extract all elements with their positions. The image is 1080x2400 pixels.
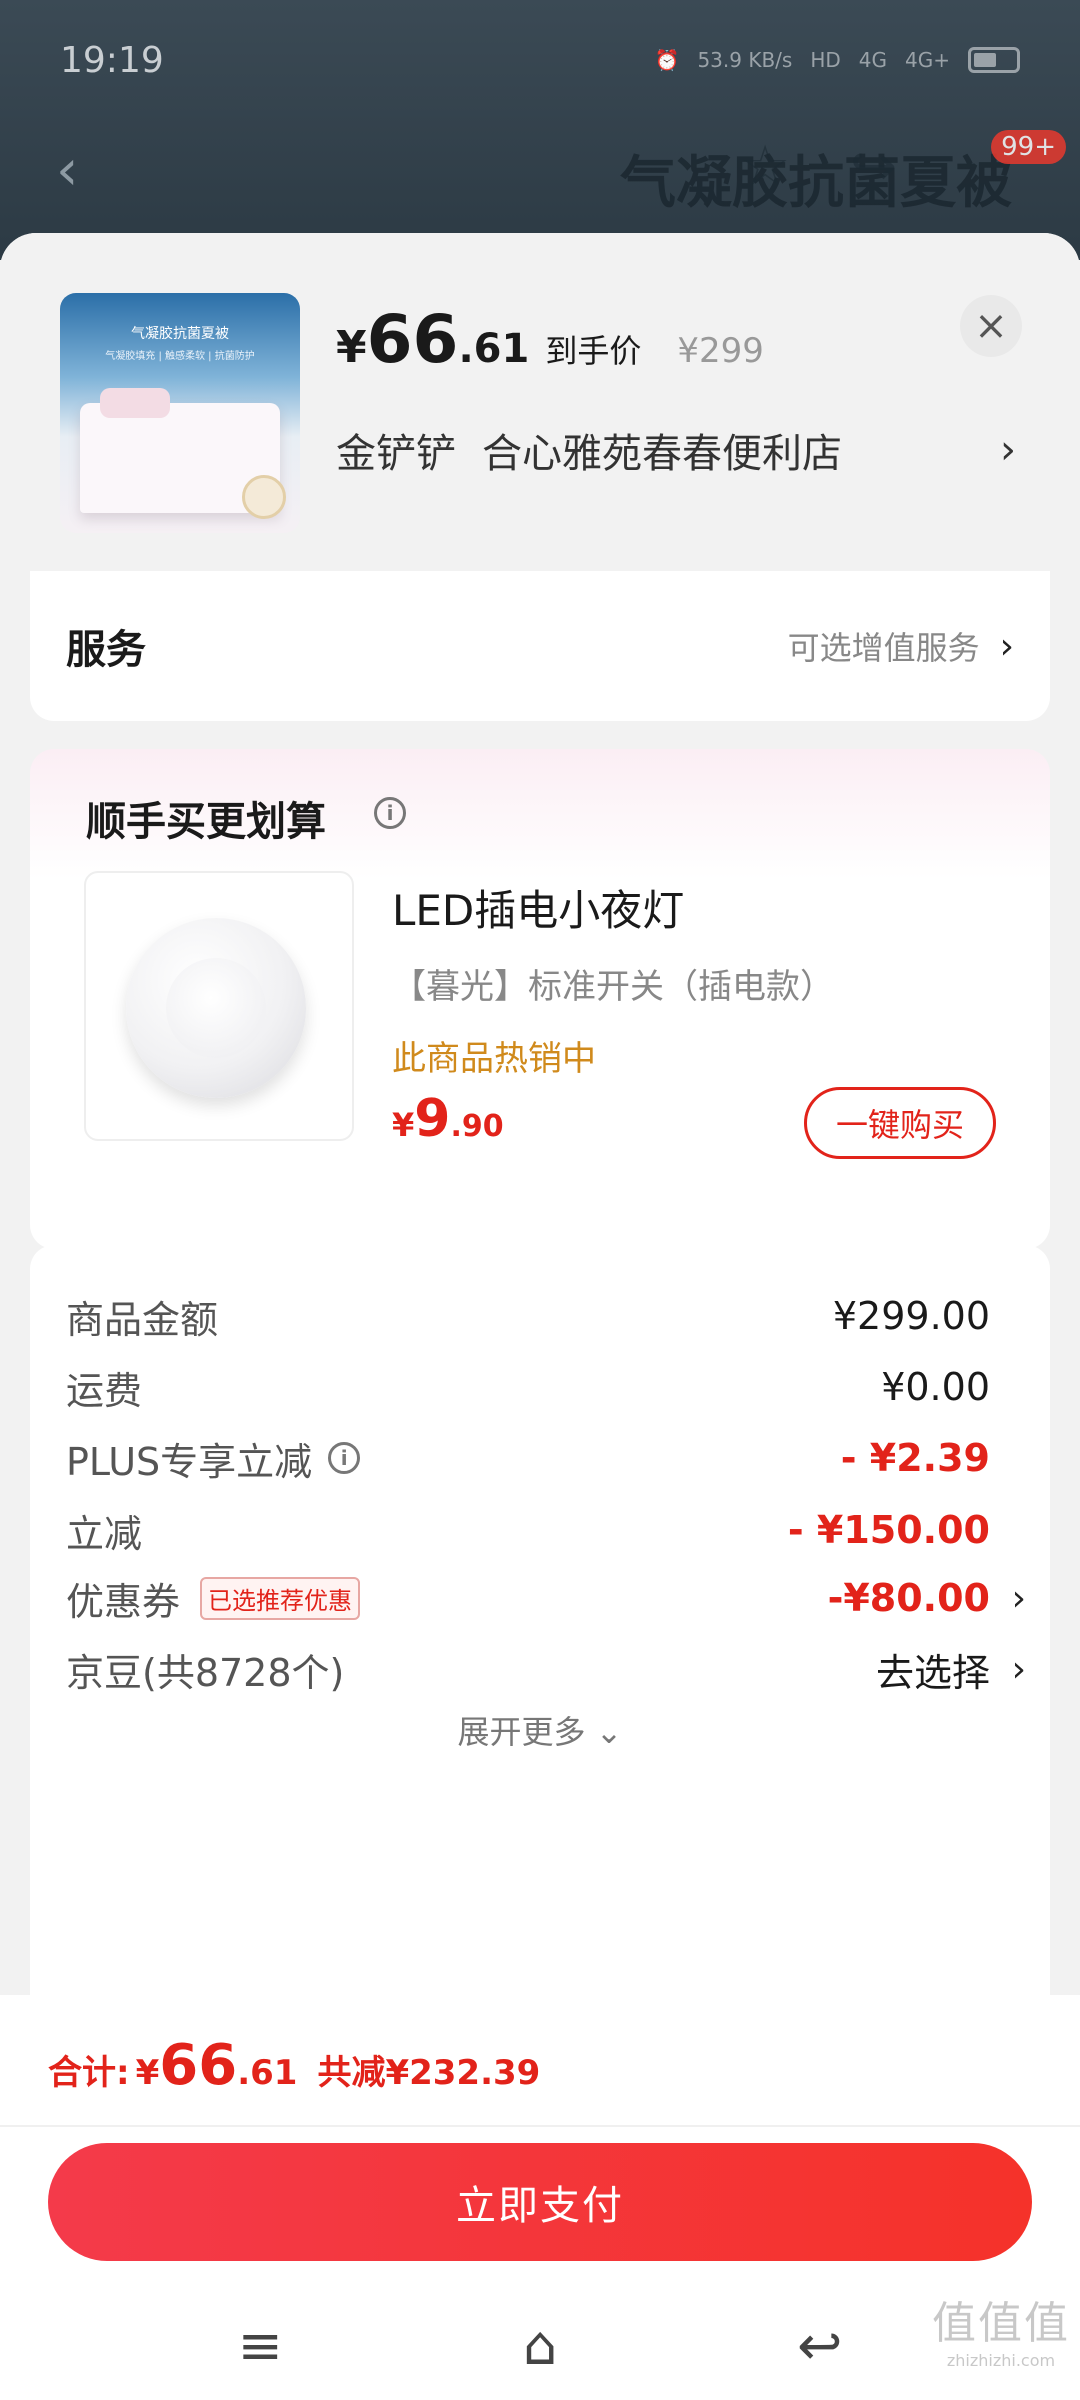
- bundle-product-name[interactable]: LED插电小夜灯: [392, 877, 684, 938]
- total-row: 合计: ¥ 66 .61 共减¥232.39: [48, 2033, 540, 2098]
- chevron-right-icon: ›: [1011, 1648, 1026, 1690]
- price-integer: 66: [366, 301, 459, 378]
- watermark-url: zhizhizhi.com: [946, 2351, 1056, 2370]
- star-icon[interactable]: ☆: [740, 134, 790, 199]
- summary-row-jingdou[interactable]: 京豆(共8728个) 去选择 ›: [66, 1634, 1026, 1704]
- pay-now-button[interactable]: 立即支付: [48, 2143, 1032, 2261]
- background-title: 气凝胶抗菌夏被: [620, 151, 1012, 216]
- service-card[interactable]: 服务 可选增值服务 ›: [30, 571, 1050, 721]
- close-button[interactable]: ×: [960, 295, 1022, 357]
- message-badge: 99+: [991, 130, 1066, 164]
- status-time: 19:19: [60, 39, 164, 81]
- bundle-card: 顺手买更划算 i LED插电小夜灯 【暮光】标准开关（插电款） 此商品热销中 ¥…: [30, 749, 1050, 1249]
- bundle-price: ¥ 9 .90: [392, 1089, 504, 1149]
- total-integer: 66: [159, 2033, 238, 2098]
- thumbnail-subtitle: 气凝胶填充 | 触感柔软 | 抗菌防护: [105, 351, 255, 362]
- product-thumbnail: 气凝胶抗菌夏被 气凝胶填充 | 触感柔软 | 抗菌防护: [60, 293, 300, 533]
- summary-value: - ¥150.00: [787, 1508, 990, 1552]
- summary-label: 运费: [66, 1368, 143, 1413]
- summary-label: PLUS专享立减: [66, 1439, 313, 1484]
- chevron-right-icon: ›: [1000, 427, 1016, 473]
- price-symbol: ¥: [336, 322, 367, 373]
- system-nav-bar: ≡ ⌂ ↩: [0, 2295, 1080, 2395]
- total-symbol: ¥: [135, 2053, 160, 2093]
- total-reduction: 共减¥232.39: [317, 2053, 541, 2093]
- chevron-right-icon: ›: [999, 625, 1014, 667]
- store-name: 合心雅苑春春便利店: [482, 431, 842, 477]
- checkout-sheet: 气凝胶抗菌夏被 气凝胶填充 | 触感柔软 | 抗菌防护 ¥ 66 .61 到手价…: [0, 233, 1080, 2400]
- watermark: 值值值 zhizhizhi.com: [932, 2287, 1070, 2370]
- order-summary-card: 商品金额 ¥299.00 运费 ¥0.00 PLUS专享立减 i - ¥2.39…: [30, 1245, 1050, 2005]
- bundle-product-image[interactable]: [84, 871, 354, 1141]
- one-click-buy-button[interactable]: 一键购买: [804, 1087, 996, 1159]
- status-icons: ⏰ 53.9 KB/s HD 4G 4G+: [655, 47, 1020, 73]
- alarm-icon: ⏰: [654, 48, 680, 72]
- summary-row-coupon[interactable]: 优惠券 已选推荐优惠 -¥80.00 ›: [66, 1563, 1026, 1633]
- chevron-right-icon: ›: [1011, 1577, 1026, 1619]
- home-icon[interactable]: ⌂: [523, 2314, 557, 2377]
- summary-row-goods: 商品金额 ¥299.00: [66, 1281, 1026, 1351]
- night-lamp-illustration: [126, 918, 306, 1098]
- bundle-price-integer: 9: [414, 1089, 451, 1149]
- net-speed: 53.9 KB/s: [697, 48, 793, 72]
- checkout-footer: 合计: ¥ 66 .61 共减¥232.39 立即支付 ≡ ⌂ ↩ 值值值 zh…: [0, 1995, 1080, 2400]
- hd-icon: HD: [810, 48, 841, 72]
- store-owner: 金铲铲: [336, 431, 456, 477]
- total-decimal: .61: [237, 2053, 298, 2093]
- signal-4g-icon: 4G: [858, 48, 888, 72]
- summary-label: 优惠券: [66, 1579, 181, 1624]
- summary-value: ¥0.00: [881, 1365, 990, 1409]
- watermark-logo: 值值值: [932, 2298, 1070, 2349]
- back-arrow-icon[interactable]: ‹: [56, 138, 78, 203]
- original-price: ¥299: [677, 331, 764, 371]
- summary-row-plus-discount: PLUS专享立减 i - ¥2.39: [66, 1423, 1026, 1493]
- hot-sale-label: 此商品热销中: [392, 1039, 596, 1079]
- pillow-illustration: [100, 388, 170, 418]
- bundle-price-decimal: .90: [450, 1109, 504, 1144]
- summary-row-instant-discount: 立减 - ¥150.00: [66, 1495, 1026, 1565]
- service-hint: 可选增值服务: [787, 629, 980, 667]
- footer-divider: [0, 2125, 1080, 2127]
- summary-value: - ¥2.39: [840, 1436, 990, 1480]
- signal-4g-plus-icon: 4G+: [905, 48, 950, 72]
- total-label: 合计:: [48, 2053, 130, 2093]
- bundle-price-symbol: ¥: [392, 1106, 415, 1144]
- battery-icon: [968, 47, 1020, 73]
- bundle-title: 顺手买更划算: [86, 799, 326, 845]
- status-bar: 19:19 ⏰ 53.9 KB/s HD 4G 4G+: [0, 0, 1080, 120]
- seal-icon: [242, 475, 286, 519]
- summary-value: -¥80.00: [827, 1576, 990, 1620]
- product-header: 气凝胶抗菌夏被 气凝胶填充 | 触感柔软 | 抗菌防护 ¥ 66 .61 到手价…: [0, 233, 1080, 573]
- lamp-center: [166, 958, 266, 1058]
- price-tag: 到手价: [545, 332, 642, 370]
- back-icon[interactable]: ↩: [797, 2314, 842, 2377]
- info-icon[interactable]: i: [374, 797, 406, 829]
- menu-icon[interactable]: ≡: [238, 2314, 283, 2377]
- bundle-product-spec: 【暮光】标准开关（插电款）: [392, 967, 834, 1007]
- info-icon[interactable]: i: [328, 1442, 361, 1474]
- price-decimal: .61: [458, 326, 530, 372]
- summary-value: ¥299.00: [832, 1294, 990, 1338]
- thumbnail-title: 气凝胶抗菌夏被: [131, 326, 229, 342]
- summary-label: 京豆(共8728个): [66, 1650, 345, 1695]
- store-row[interactable]: 金铲铲 合心雅苑春春便利店 ›: [336, 421, 1016, 479]
- summary-label: 立减: [66, 1511, 143, 1556]
- background-nav: ‹ 气凝胶抗菌夏被 ☆ ↪ 99+: [0, 120, 1080, 220]
- background-product-page: 19:19 ⏰ 53.9 KB/s HD 4G 4G+ ‹ 气凝胶抗菌夏被 ☆ …: [0, 0, 1080, 260]
- summary-value: 去选择: [875, 1650, 990, 1695]
- summary-row-shipping: 运费 ¥0.00: [66, 1352, 1026, 1422]
- summary-label: 商品金额: [66, 1297, 219, 1342]
- share-icon[interactable]: ↪: [850, 134, 897, 199]
- service-title: 服务: [66, 627, 146, 673]
- price-row: ¥ 66 .61 到手价 ¥299: [336, 301, 764, 378]
- expand-more-button[interactable]: 展开更多 ⌄: [30, 1707, 1050, 1753]
- coupon-badge: 已选推荐优惠: [200, 1576, 361, 1620]
